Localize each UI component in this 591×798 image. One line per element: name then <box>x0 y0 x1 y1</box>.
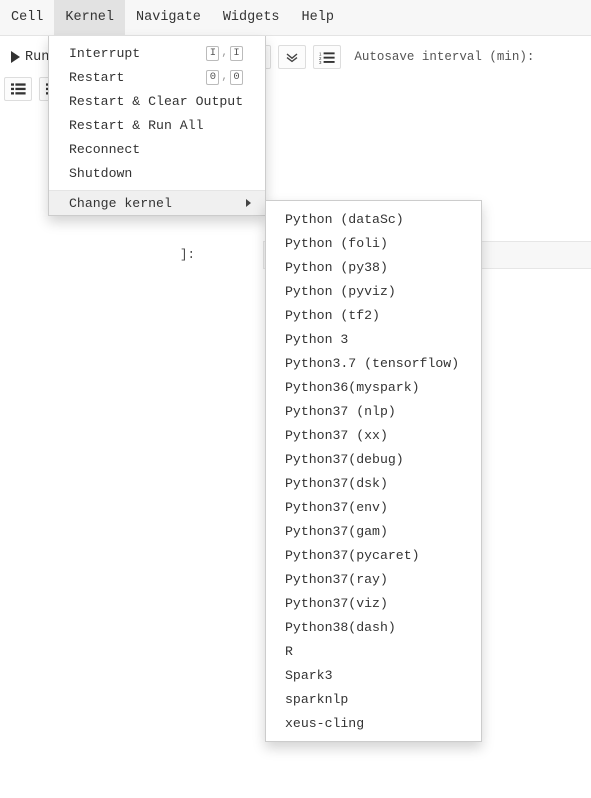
kernel-option-python3-7-tensorflow[interactable]: Python3.7 (tensorflow) <box>266 351 481 375</box>
kernel-menu-item-change-kernel[interactable]: Change kernel <box>49 191 265 215</box>
kernel-option-label: Python (tf2) <box>285 307 380 323</box>
kernel-option-python-pyviz[interactable]: Python (pyviz) <box>266 279 481 303</box>
shortcut-key: 0 <box>206 69 220 85</box>
menubar-item-cell[interactable]: Cell <box>0 0 54 35</box>
shortcut-key: I <box>230 45 243 61</box>
kernel-option-python-datasc[interactable]: Python (dataSc) <box>266 207 481 231</box>
list-view-button[interactable] <box>4 77 32 101</box>
kernel-option-label: Python38(dash) <box>285 619 396 635</box>
kernel-menu-item-label: Restart <box>69 69 125 85</box>
change-kernel-submenu: Python (dataSc) Python (foli) Python (py38… <box>265 200 482 742</box>
kernel-option-spark3[interactable]: Spark3 <box>266 663 481 687</box>
kernel-option-label: Python37(debug) <box>285 451 404 467</box>
kernel-option-python38-dash[interactable]: Python38(dash) <box>266 615 481 639</box>
kernel-dropdown-menu: Interrupt I, I Restart 0, 0 Restart & Clear Ou… <box>48 36 266 216</box>
menubar-item-label: Help <box>301 10 334 25</box>
kernel-option-sparknlp[interactable]: sparknlp <box>266 687 481 711</box>
kernel-option-label: Python (dataSc) <box>285 211 404 227</box>
chevron-double-down-icon <box>285 51 299 63</box>
kernel-menu-item-restart-clear-output[interactable]: Restart & Clear Output <box>49 89 265 113</box>
kernel-option-python37-env[interactable]: Python37(env) <box>266 495 481 519</box>
autosave-interval-label: Autosave interval (min): <box>354 50 535 64</box>
kernel-option-python37-xx[interactable]: Python37 (xx) <box>266 423 481 447</box>
kernel-option-python-tf2[interactable]: Python (tf2) <box>266 303 481 327</box>
scroll-to-bottom-button[interactable] <box>278 45 307 69</box>
kernel-menu-item-label: Reconnect <box>69 141 141 157</box>
kernel-option-label: Spark3 <box>285 667 333 683</box>
kernel-menu-item-reconnect[interactable]: Reconnect <box>49 137 265 161</box>
kernel-option-python37-dsk[interactable]: Python37(dsk) <box>266 471 481 495</box>
kernel-option-label: Python 3 <box>285 331 349 347</box>
kernel-option-python37-nlp[interactable]: Python37 (nlp) <box>266 399 481 423</box>
kernel-option-label: Python37(pycaret) <box>285 547 420 563</box>
kernel-menu-item-label: Interrupt <box>69 45 141 61</box>
menubar-item-label: Navigate <box>136 10 201 25</box>
kernel-option-label: Python37 (xx) <box>285 427 388 443</box>
cell-prompt: ]: <box>180 248 196 262</box>
menubar-item-label: Kernel <box>65 10 115 25</box>
kernel-option-python37-debug[interactable]: Python37(debug) <box>266 447 481 471</box>
kernel-menu-item-label: Restart & Clear Output <box>69 93 244 109</box>
list-icon <box>10 83 26 95</box>
chevron-right-icon <box>246 199 251 207</box>
menubar-item-kernel[interactable]: Kernel <box>54 0 126 35</box>
kernel-option-python37-gam[interactable]: Python37(gam) <box>266 519 481 543</box>
kernel-option-python37-pycaret[interactable]: Python37(pycaret) <box>266 543 481 567</box>
kernel-menu-item-shutdown[interactable]: Shutdown <box>49 161 265 185</box>
menubar-item-navigate[interactable]: Navigate <box>125 0 212 35</box>
run-button-label: Run <box>25 49 50 65</box>
play-icon <box>11 51 20 63</box>
shortcut-key: I <box>206 45 220 61</box>
menubar-item-help[interactable]: Help <box>291 0 345 35</box>
menubar-item-widgets[interactable]: Widgets <box>212 0 291 35</box>
kernel-option-label: Python (foli) <box>285 235 388 251</box>
kernel-menu-item-interrupt[interactable]: Interrupt I, I <box>49 41 265 65</box>
kernel-option-label: Python37(viz) <box>285 595 388 611</box>
kernel-option-label: Python37(gam) <box>285 523 388 539</box>
menubar-item-label: Widgets <box>222 10 280 25</box>
kernel-option-label: Python3.7 (tensorflow) <box>285 355 460 371</box>
kernel-menu-item-label: Restart & Run All <box>69 117 204 133</box>
kernel-option-label: R <box>285 643 293 659</box>
kernel-option-label: Python37(ray) <box>285 571 388 587</box>
kernel-option-python-foli[interactable]: Python (foli) <box>266 231 481 255</box>
kernel-menu-item-restart-run-all[interactable]: Restart & Run All <box>49 113 265 137</box>
shortcut-separator: , <box>221 47 228 59</box>
kernel-option-xeus-cling[interactable]: xeus-cling <box>266 711 481 735</box>
kernel-option-label: Python37(env) <box>285 499 388 515</box>
shortcut-separator: , <box>221 71 228 83</box>
kernel-option-python37-viz[interactable]: Python37(viz) <box>266 591 481 615</box>
kernel-menu-item-shortcut: 0,0 <box>206 69 243 85</box>
kernel-option-python37-ray[interactable]: Python37(ray) <box>266 567 481 591</box>
kernel-option-label: Python (pyviz) <box>285 283 396 299</box>
kernel-menu-item-restart[interactable]: Restart 0, 0 <box>49 65 265 89</box>
svg-text:3: 3 <box>319 60 322 64</box>
kernel-option-label: sparknlp <box>285 691 349 707</box>
kernel-option-python-3[interactable]: Python 3 <box>266 327 481 351</box>
table-of-contents-button[interactable]: 1 2 3 <box>313 45 342 69</box>
menu-bar: Cell Kernel Navigate Widgets Help <box>0 0 591 36</box>
shortcut-key: 0 <box>230 69 243 85</box>
kernel-menu-item-label: Change kernel <box>69 195 172 211</box>
kernel-menu-item-shortcut: I,I <box>206 45 243 61</box>
kernel-option-label: Python (py38) <box>285 259 388 275</box>
menubar-item-label: Cell <box>11 10 44 25</box>
kernel-menu-item-label: Shutdown <box>69 165 133 181</box>
ordered-list-icon: 1 2 3 <box>319 51 335 64</box>
kernel-option-label: Python36(myspark) <box>285 379 420 395</box>
kernel-option-label: Python37 (nlp) <box>285 403 396 419</box>
kernel-option-label: xeus-cling <box>285 715 365 731</box>
kernel-option-python36-myspark[interactable]: Python36(myspark) <box>266 375 481 399</box>
kernel-option-r[interactable]: R <box>266 639 481 663</box>
kernel-option-label: Python37(dsk) <box>285 475 388 491</box>
kernel-option-python-py38[interactable]: Python (py38) <box>266 255 481 279</box>
